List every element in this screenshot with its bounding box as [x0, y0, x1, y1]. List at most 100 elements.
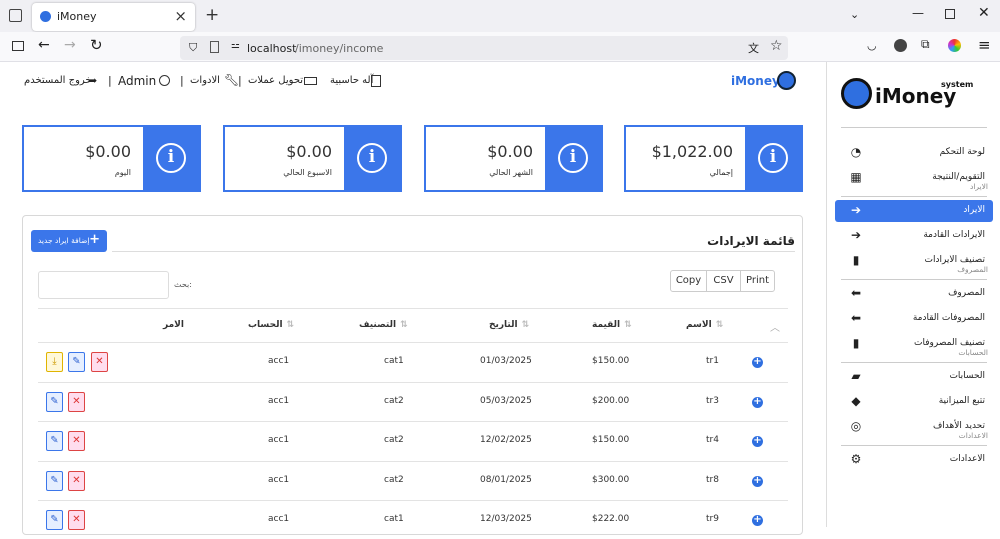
panel-title: قائمة الايرادات	[707, 234, 795, 248]
tools-link[interactable]: الادوات	[190, 75, 220, 86]
edit-button[interactable]: ✎	[46, 470, 63, 491]
sidebar-item[interactable]: ◔ لوحة التحكم	[835, 142, 993, 164]
app-page: ➦ خروج المستخدم | Admin | الادوات 🔧︎ | ت…	[0, 62, 1000, 535]
col-value[interactable]: القيمة ⇅	[592, 320, 632, 330]
sidebar-divider	[841, 362, 987, 363]
minimize-icon[interactable]: —	[912, 6, 924, 20]
brand-name[interactable]: iMoney	[731, 74, 780, 88]
url-path: /imoney/income	[295, 42, 384, 55]
currency-link[interactable]: تحويل عملات	[248, 75, 303, 86]
sidebar-item[interactable]: ▰ الحسابات	[835, 366, 993, 388]
calculator-icon[interactable]	[371, 75, 381, 87]
sidebar-divider	[841, 445, 987, 446]
edit-button[interactable]: ✎	[46, 391, 63, 412]
expand-row-icon[interactable]: +	[752, 475, 763, 487]
expand-chevron-icon[interactable]: ︿	[770, 319, 780, 334]
csv-button[interactable]: CSV	[706, 270, 741, 292]
extensions-icon[interactable]: ⧉	[921, 37, 930, 52]
sidebar-item-label: تصنيف المصروفات	[914, 338, 985, 348]
cell-category: cat2	[384, 395, 404, 406]
copy-button[interactable]: Copy	[670, 270, 707, 292]
money-bill-icon[interactable]	[304, 77, 317, 85]
stat-card-total: i $1,022.00 إجمالي	[624, 125, 803, 192]
sidebar-item[interactable]: ⬅ المصروف	[835, 283, 993, 305]
sidebar-logo[interactable]: iMoney system	[841, 74, 981, 114]
translate-icon[interactable]: 文	[748, 40, 759, 56]
delete-button[interactable]: ✕	[68, 391, 85, 412]
col-date[interactable]: التاريخ ⇅	[489, 320, 529, 330]
sidebar-item[interactable]: ⬅ المصروفات القادمة	[835, 308, 993, 330]
wrench-icon[interactable]: 🔧︎	[224, 73, 239, 87]
arrow-right-icon: ➔	[850, 228, 862, 242]
expand-row-icon[interactable]: +	[752, 436, 763, 447]
new-tab-icon[interactable]: +	[205, 5, 219, 25]
sidebar-item[interactable]: ➔ الايراد	[835, 200, 993, 222]
tab-close-icon[interactable]: ×	[174, 7, 187, 25]
search-input[interactable]	[38, 271, 169, 299]
tab-dropdown-icon[interactable]: ⌄	[850, 8, 859, 21]
sidebar-item-label: الايراد	[963, 205, 985, 215]
page-icon	[210, 41, 219, 53]
bookmark-icon: ▮	[852, 253, 860, 267]
edit-button[interactable]: ✎	[46, 431, 63, 451]
maximize-icon[interactable]	[945, 9, 955, 19]
account-icon[interactable]	[894, 39, 907, 52]
reload-icon[interactable]: ↻	[90, 36, 103, 54]
col-name[interactable]: الاسم ⇅	[686, 320, 723, 330]
logout-link[interactable]: خروج المستخدم	[24, 75, 92, 86]
calculator-link[interactable]: آله حاسبية	[330, 75, 373, 86]
delete-button[interactable]: ✕	[68, 470, 85, 491]
cell-name: tr4	[706, 435, 719, 445]
back-icon[interactable]: ←	[38, 37, 50, 53]
panel-title-line	[112, 251, 795, 252]
sidebar-item[interactable]: ⚙ الاعدادات	[835, 449, 993, 471]
stat-amount: $1,022.00	[651, 142, 733, 161]
user-circle-icon[interactable]	[159, 75, 170, 86]
sidebar-item-label: المصروف	[948, 288, 985, 298]
colorful-extension-icon[interactable]	[948, 39, 961, 52]
delete-button[interactable]: ✕	[68, 431, 85, 451]
expand-row-icon[interactable]: +	[752, 515, 763, 526]
topbar-separator: |	[180, 74, 184, 87]
address-bar[interactable]: ⛉ ⚍ localhost /imoney/income 文 ☆	[180, 36, 788, 60]
expand-row-icon[interactable]: +	[752, 396, 763, 408]
sidebar-item-label: تصنيف الايرادات	[924, 255, 985, 265]
bookmark-star-icon[interactable]: ☆	[770, 38, 783, 54]
forward-icon[interactable]: →	[64, 37, 76, 53]
print-button[interactable]: Print	[740, 270, 775, 292]
edit-button[interactable]: ✎	[46, 510, 63, 530]
sidebar-item[interactable]: ➔ الايرادات القادمة	[835, 225, 993, 247]
pocket-icon[interactable]: ◡	[867, 39, 877, 52]
cell-value: $150.00	[592, 435, 630, 445]
stat-card-today: i $0.00 اليوم	[22, 125, 201, 192]
cell-name: tr1	[706, 356, 719, 366]
sidebar-item[interactable]: ◆ تتبع الميزانية	[835, 391, 993, 413]
user-name[interactable]: Admin	[118, 74, 156, 88]
browser-tab[interactable]: iMoney ×	[32, 3, 195, 31]
col-action: الامر	[163, 320, 184, 330]
edit-button[interactable]: ✎	[68, 352, 85, 372]
table-row: + tr4 $150.00 12/02/2025 cat2 acc1 ✎ ✕	[38, 421, 788, 460]
brand-logo-icon	[777, 71, 796, 90]
tab-list-icon[interactable]	[9, 9, 22, 22]
menu-icon[interactable]: ≡	[978, 36, 991, 54]
tags-icon: ◆	[851, 394, 861, 408]
window-close-icon[interactable]: ✕	[978, 5, 990, 21]
sidebar-item-label: لوحة التحكم	[939, 147, 985, 157]
col-category[interactable]: التصنيف ⇅	[359, 320, 408, 330]
bookmark-icon: ▮	[852, 336, 860, 350]
delete-button[interactable]: ✕	[68, 510, 85, 530]
plus-icon: +	[89, 232, 100, 247]
col-account[interactable]: الحساب ⇅	[248, 320, 294, 330]
add-income-button[interactable]: + إضافة ايراد جديد	[31, 230, 107, 252]
expand-row-icon[interactable]: +	[752, 357, 763, 368]
sidebar-section-header: المصروف	[957, 265, 988, 274]
cell-date: 05/03/2025	[480, 395, 532, 406]
stat-amount: $0.00	[85, 142, 131, 161]
dashboard-icon: ◔	[850, 145, 862, 159]
table-header-line	[38, 308, 788, 309]
stat-amount: $0.00	[286, 142, 332, 161]
download-button[interactable]: ⤓	[46, 352, 63, 372]
sidebar-toggle-icon[interactable]	[12, 41, 24, 51]
delete-button[interactable]: ✕	[91, 352, 108, 372]
